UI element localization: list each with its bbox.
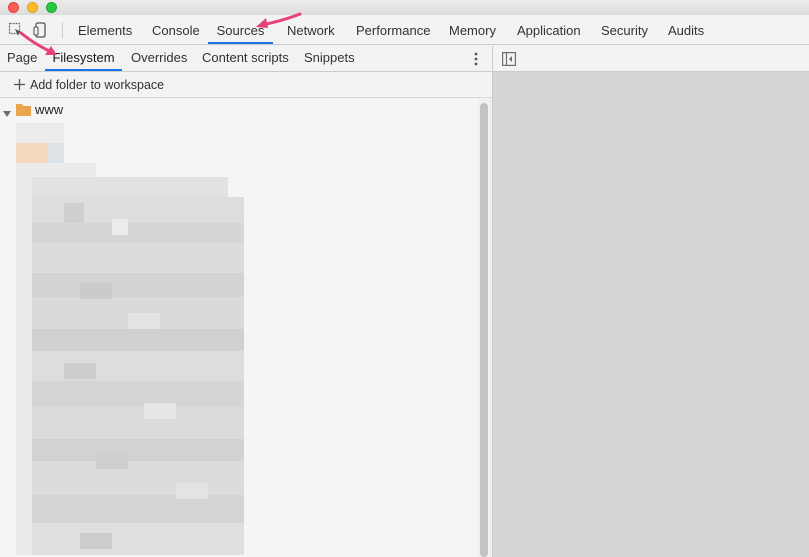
- inspect-element-icon[interactable]: [8, 22, 24, 38]
- tab-application[interactable]: Application: [517, 15, 581, 44]
- editor-toolbar: [493, 46, 809, 72]
- zoom-window-button[interactable]: [46, 2, 57, 13]
- editor-panel: [493, 46, 809, 557]
- close-window-button[interactable]: [8, 2, 19, 13]
- tab-audits[interactable]: Audits: [668, 15, 704, 44]
- navigator-scrollbar[interactable]: [478, 99, 492, 557]
- tab-snippets[interactable]: Snippets: [304, 46, 355, 71]
- tab-filesystem[interactable]: Filesystem: [45, 46, 122, 71]
- add-folder-label: Add folder to workspace: [30, 78, 165, 92]
- plus-icon: [13, 78, 26, 91]
- expand-arrow-icon[interactable]: [3, 106, 11, 117]
- toggle-sidebar-icon[interactable]: [502, 52, 517, 67]
- tab-security[interactable]: Security: [601, 15, 648, 44]
- navigator-panel: Page Filesystem Overrides Content script…: [0, 46, 492, 557]
- devtools-main-toolbar: Elements Console Sources Network Perform…: [0, 15, 809, 45]
- device-toolbar-icon[interactable]: [33, 22, 49, 38]
- navigator-tab-bar: Page Filesystem Overrides Content script…: [0, 46, 492, 72]
- scrollbar-thumb[interactable]: [480, 103, 488, 557]
- tab-network[interactable]: Network: [287, 15, 335, 44]
- add-folder-button[interactable]: Add folder to workspace: [0, 73, 492, 98]
- tab-overrides[interactable]: Overrides: [131, 46, 187, 71]
- folder-icon: [16, 103, 31, 116]
- more-vertical-icon[interactable]: [470, 51, 482, 67]
- tab-sources[interactable]: Sources: [208, 15, 273, 44]
- toolbar-separator: [62, 22, 63, 38]
- minimize-window-button[interactable]: [27, 2, 38, 13]
- tab-elements[interactable]: Elements: [78, 15, 132, 44]
- file-tree: www: [0, 99, 478, 557]
- tab-content-scripts[interactable]: Content scripts: [202, 46, 289, 71]
- tab-memory[interactable]: Memory: [449, 15, 496, 44]
- window-title-bar: [0, 0, 809, 15]
- tab-performance[interactable]: Performance: [356, 15, 430, 44]
- blurred-file-list: [16, 123, 244, 555]
- tab-console[interactable]: Console: [152, 15, 200, 44]
- tree-item-www[interactable]: www: [35, 102, 63, 117]
- tab-page[interactable]: Page: [7, 46, 37, 71]
